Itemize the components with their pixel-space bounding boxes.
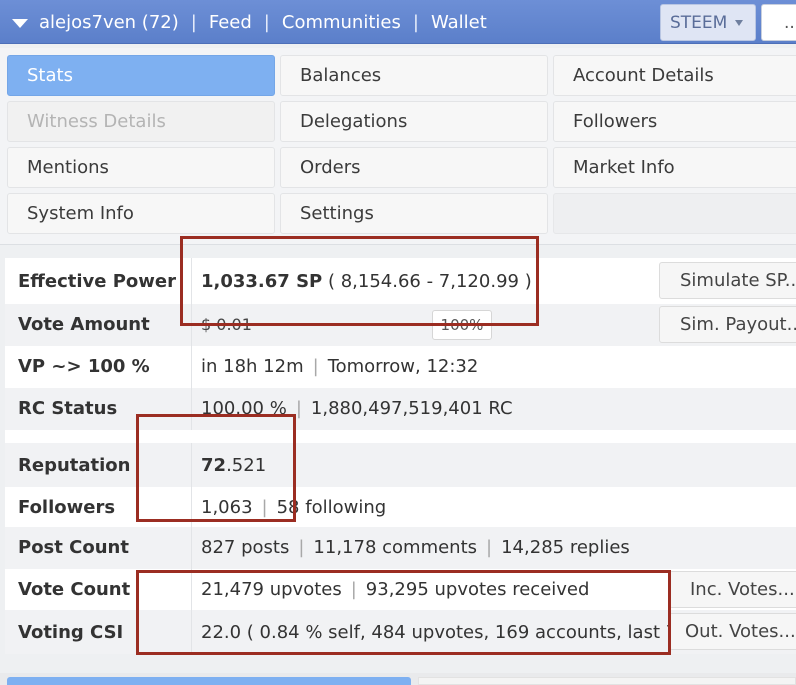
nav-links: alejos7ven (72) | Feed | Communities | W… xyxy=(12,0,487,44)
value-separator: | xyxy=(298,537,305,558)
voting-csi-label: Voting CSI xyxy=(18,622,124,643)
nav-separator: | xyxy=(263,11,270,33)
tab-settings[interactable]: Settings xyxy=(280,193,548,234)
outgoing-votes-button[interactable]: Out. Votes... xyxy=(669,613,796,650)
row-rc-status: RC Status 100.00 % | 1,880,497,519,401 RC xyxy=(5,388,796,430)
communities-link[interactable]: Communities xyxy=(282,12,401,33)
tabs-panel: Stats Balances Account Details Witness D… xyxy=(0,48,796,245)
tab-stats[interactable]: Stats xyxy=(7,55,275,96)
vp-label: VP ~> 100 % xyxy=(18,356,150,377)
posts-count: 827 posts xyxy=(201,537,290,558)
tab-account-details-label: Account Details xyxy=(573,65,714,86)
tab-account-details[interactable]: Account Details xyxy=(553,55,796,96)
effective-power-label: Effective Power xyxy=(18,271,177,292)
incoming-votes-label: Inc. Votes... xyxy=(690,579,795,600)
vote-count-label: Vote Count xyxy=(18,579,131,600)
tab-settings-label: Settings xyxy=(300,203,374,224)
post-count-value: 827 posts | 11,178 comments | 14,285 replies xyxy=(201,537,630,558)
simulate-sp-label: Simulate SP... xyxy=(680,270,796,291)
tab-delegations[interactable]: Delegations xyxy=(280,101,548,142)
comments-count: 11,178 comments xyxy=(313,537,478,558)
vp-value: in 18h 12m | Tomorrow, 12:32 xyxy=(201,356,478,377)
tab-mentions-label: Mentions xyxy=(27,157,109,178)
simulate-sp-button[interactable]: Simulate SP... xyxy=(659,262,796,299)
vp-eta: in 18h 12m xyxy=(201,356,304,377)
tab-balances-label: Balances xyxy=(300,65,382,86)
value-separator: | xyxy=(486,537,493,558)
value-separator: | xyxy=(295,398,302,419)
tab-balances[interactable]: Balances xyxy=(280,55,548,96)
row-spacer xyxy=(5,430,796,443)
tab-market-info-label: Market Info xyxy=(573,157,675,178)
incoming-votes-button[interactable]: Inc. Votes... xyxy=(669,571,796,608)
row-followers: Followers 1,063 | 58 following xyxy=(5,487,796,527)
feed-link[interactable]: Feed xyxy=(209,12,252,33)
outgoing-votes-label: Out. Votes... xyxy=(685,621,796,642)
rc-status-label: RC Status xyxy=(18,398,118,419)
sim-payout-label: Sim. Payout... xyxy=(680,314,796,335)
followers-label: Followers xyxy=(18,497,116,518)
replies-count: 14,285 replies xyxy=(501,537,630,558)
vp-time: Tomorrow, 12:32 xyxy=(327,356,479,377)
row-reputation: Reputation 72.521 xyxy=(5,443,796,487)
footer-active-bar xyxy=(7,677,411,685)
post-count-label: Post Count xyxy=(18,537,129,558)
tab-followers-label: Followers xyxy=(573,111,658,132)
top-nav-bar: alejos7ven (72) | Feed | Communities | W… xyxy=(0,0,796,44)
tab-mentions[interactable]: Mentions xyxy=(7,147,275,188)
highlight-box-votes xyxy=(136,570,671,655)
dropdown-caret-icon[interactable] xyxy=(12,18,28,28)
tab-delegations-label: Delegations xyxy=(300,111,408,132)
tab-placeholder xyxy=(553,193,796,234)
chevron-down-icon xyxy=(735,20,743,26)
row-post-count: Post Count 827 posts | 11,178 comments | 14,… xyxy=(5,527,796,569)
tab-orders-label: Orders xyxy=(300,157,361,178)
tab-system-info-label: System Info xyxy=(27,203,134,224)
tab-stats-label: Stats xyxy=(27,65,73,86)
reputation-label: Reputation xyxy=(18,455,131,476)
tab-witness-details-label: Witness Details xyxy=(27,111,166,132)
nav-separator: | xyxy=(190,11,197,33)
currency-select[interactable]: STEEM xyxy=(660,4,756,41)
more-button[interactable]: ... xyxy=(761,4,796,41)
sim-payout-button[interactable]: Sim. Payout... xyxy=(659,306,796,343)
tab-market-info[interactable]: Market Info xyxy=(553,147,796,188)
row-vp: VP ~> 100 % in 18h 12m | Tomorrow, 12:32 xyxy=(5,346,796,388)
currency-label: STEEM xyxy=(670,12,728,33)
tab-orders[interactable]: Orders xyxy=(280,147,548,188)
rc-amount: 1,880,497,519,401 RC xyxy=(310,398,513,419)
highlight-box-effective-power xyxy=(180,236,539,326)
vote-amount-label: Vote Amount xyxy=(18,314,150,335)
highlight-box-reputation xyxy=(136,414,296,522)
footer-inactive-bar xyxy=(418,677,796,685)
tab-witness-details: Witness Details xyxy=(7,101,275,142)
tab-system-info[interactable]: System Info xyxy=(7,193,275,234)
wallet-link[interactable]: Wallet xyxy=(431,12,487,33)
more-label: ... xyxy=(784,12,796,33)
user-account-link[interactable]: alejos7ven (72) xyxy=(39,12,179,33)
tab-followers[interactable]: Followers xyxy=(553,101,796,142)
value-separator: | xyxy=(312,356,319,377)
nav-separator: | xyxy=(412,11,419,33)
